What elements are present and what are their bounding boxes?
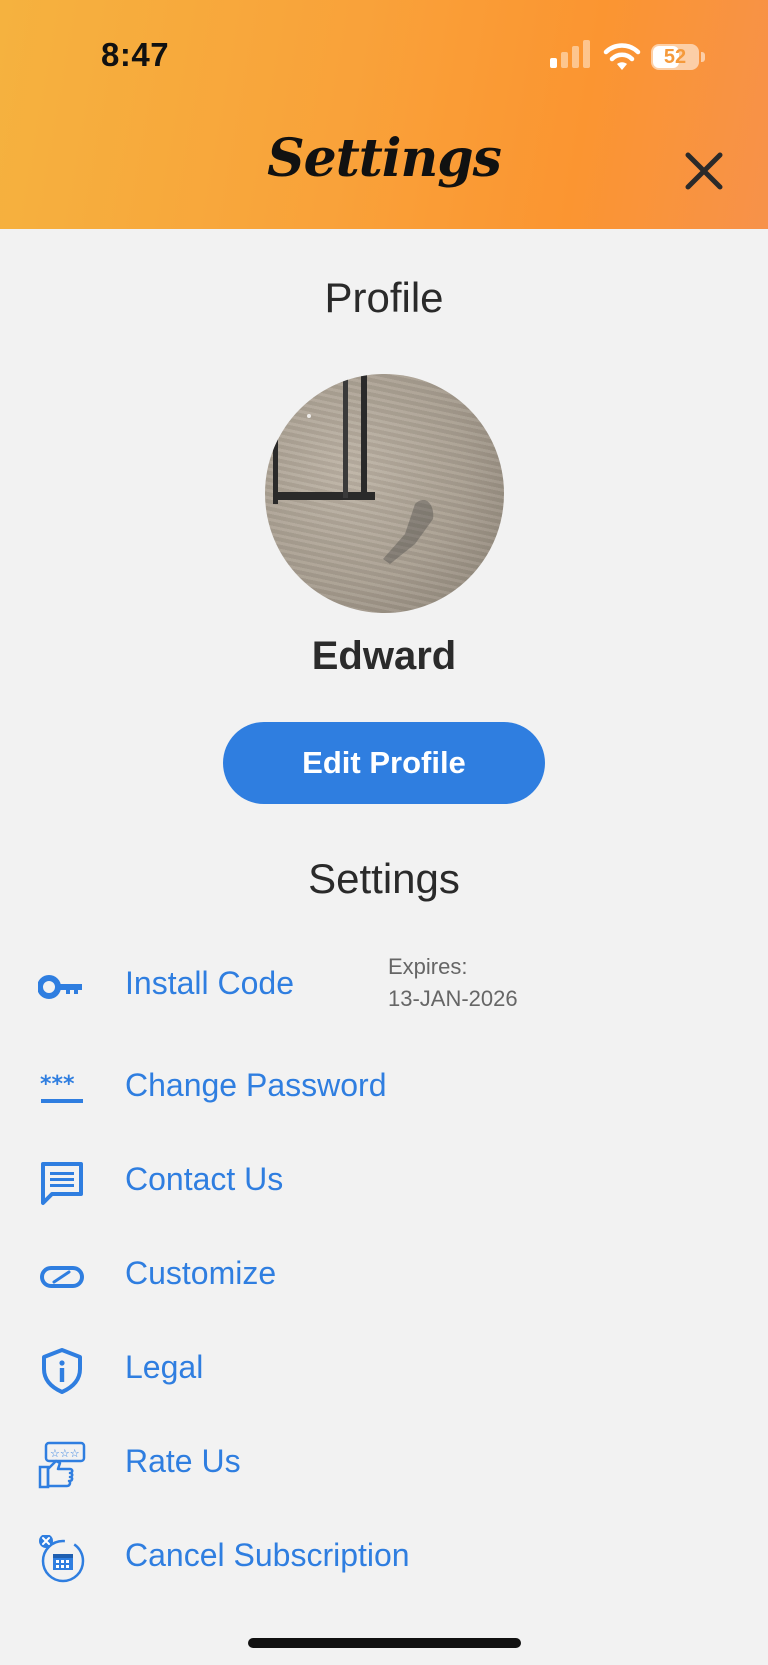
thumbs-up-rating-icon: ☆☆☆ <box>38 1441 86 1489</box>
shield-info-icon <box>42 1348 82 1394</box>
battery-icon: 52 <box>651 44 699 70</box>
status-icons: 52 <box>548 40 708 74</box>
settings-item-label: Contact Us <box>125 1161 284 1197</box>
settings-item-label: Customize <box>125 1255 277 1291</box>
settings-item-label: Cancel Subscription <box>125 1537 410 1573</box>
home-indicator[interactable] <box>248 1638 521 1648</box>
settings-item-legal[interactable]: Legal <box>0 1335 768 1405</box>
password-icon: *** <box>40 1072 83 1103</box>
wifi-icon <box>603 43 641 70</box>
profile-section-title: Profile <box>324 274 444 321</box>
svg-text:***: *** <box>40 1072 75 1097</box>
svg-text:☆☆☆: ☆☆☆ <box>50 1447 80 1460</box>
key-icon <box>38 975 82 999</box>
settings-item-customize[interactable]: Customize <box>0 1241 768 1311</box>
settings-item-label: Install Code <box>125 965 294 1001</box>
avatar[interactable] <box>265 374 504 613</box>
settings-item-install-code[interactable]: Install Code Expires: 13-JAN-2026 <box>0 951 768 1021</box>
settings-item-cancel-subscription[interactable]: Cancel Subscription <box>0 1523 768 1593</box>
avatar-photo <box>273 374 434 564</box>
install-code-expiry: Expires: 13-JAN-2026 <box>388 951 518 1015</box>
settings-item-label: Change Password <box>125 1067 387 1103</box>
edit-profile-button[interactable]: Edit Profile <box>223 722 545 804</box>
settings-item-label: Rate Us <box>125 1443 241 1479</box>
profile-name: Edward <box>311 634 457 678</box>
settings-item-change-password[interactable]: *** Change Password <box>0 1053 768 1123</box>
signal-icon <box>548 40 590 72</box>
expires-label: Expires: <box>388 954 468 979</box>
status-time: 8:47 <box>101 36 170 73</box>
settings-item-contact-us[interactable]: Contact Us <box>0 1147 768 1217</box>
battery-level: 52 <box>663 46 687 68</box>
expires-date: 13-JAN-2026 <box>388 986 518 1011</box>
settings-item-label: Legal <box>125 1349 204 1385</box>
settings-section-title: Settings <box>308 855 460 902</box>
close-button[interactable] <box>680 147 728 195</box>
toggle-icon <box>40 1266 84 1288</box>
settings-item-rate-us[interactable]: ☆☆☆ Rate Us <box>0 1429 768 1499</box>
cancel-calendar-icon <box>39 1535 85 1583</box>
battery-cap <box>701 52 705 62</box>
page-title: Settings <box>267 128 502 189</box>
header-bar: 8:47 52 Settings <box>0 0 768 229</box>
close-icon <box>685 152 723 190</box>
chat-icon <box>41 1162 83 1205</box>
